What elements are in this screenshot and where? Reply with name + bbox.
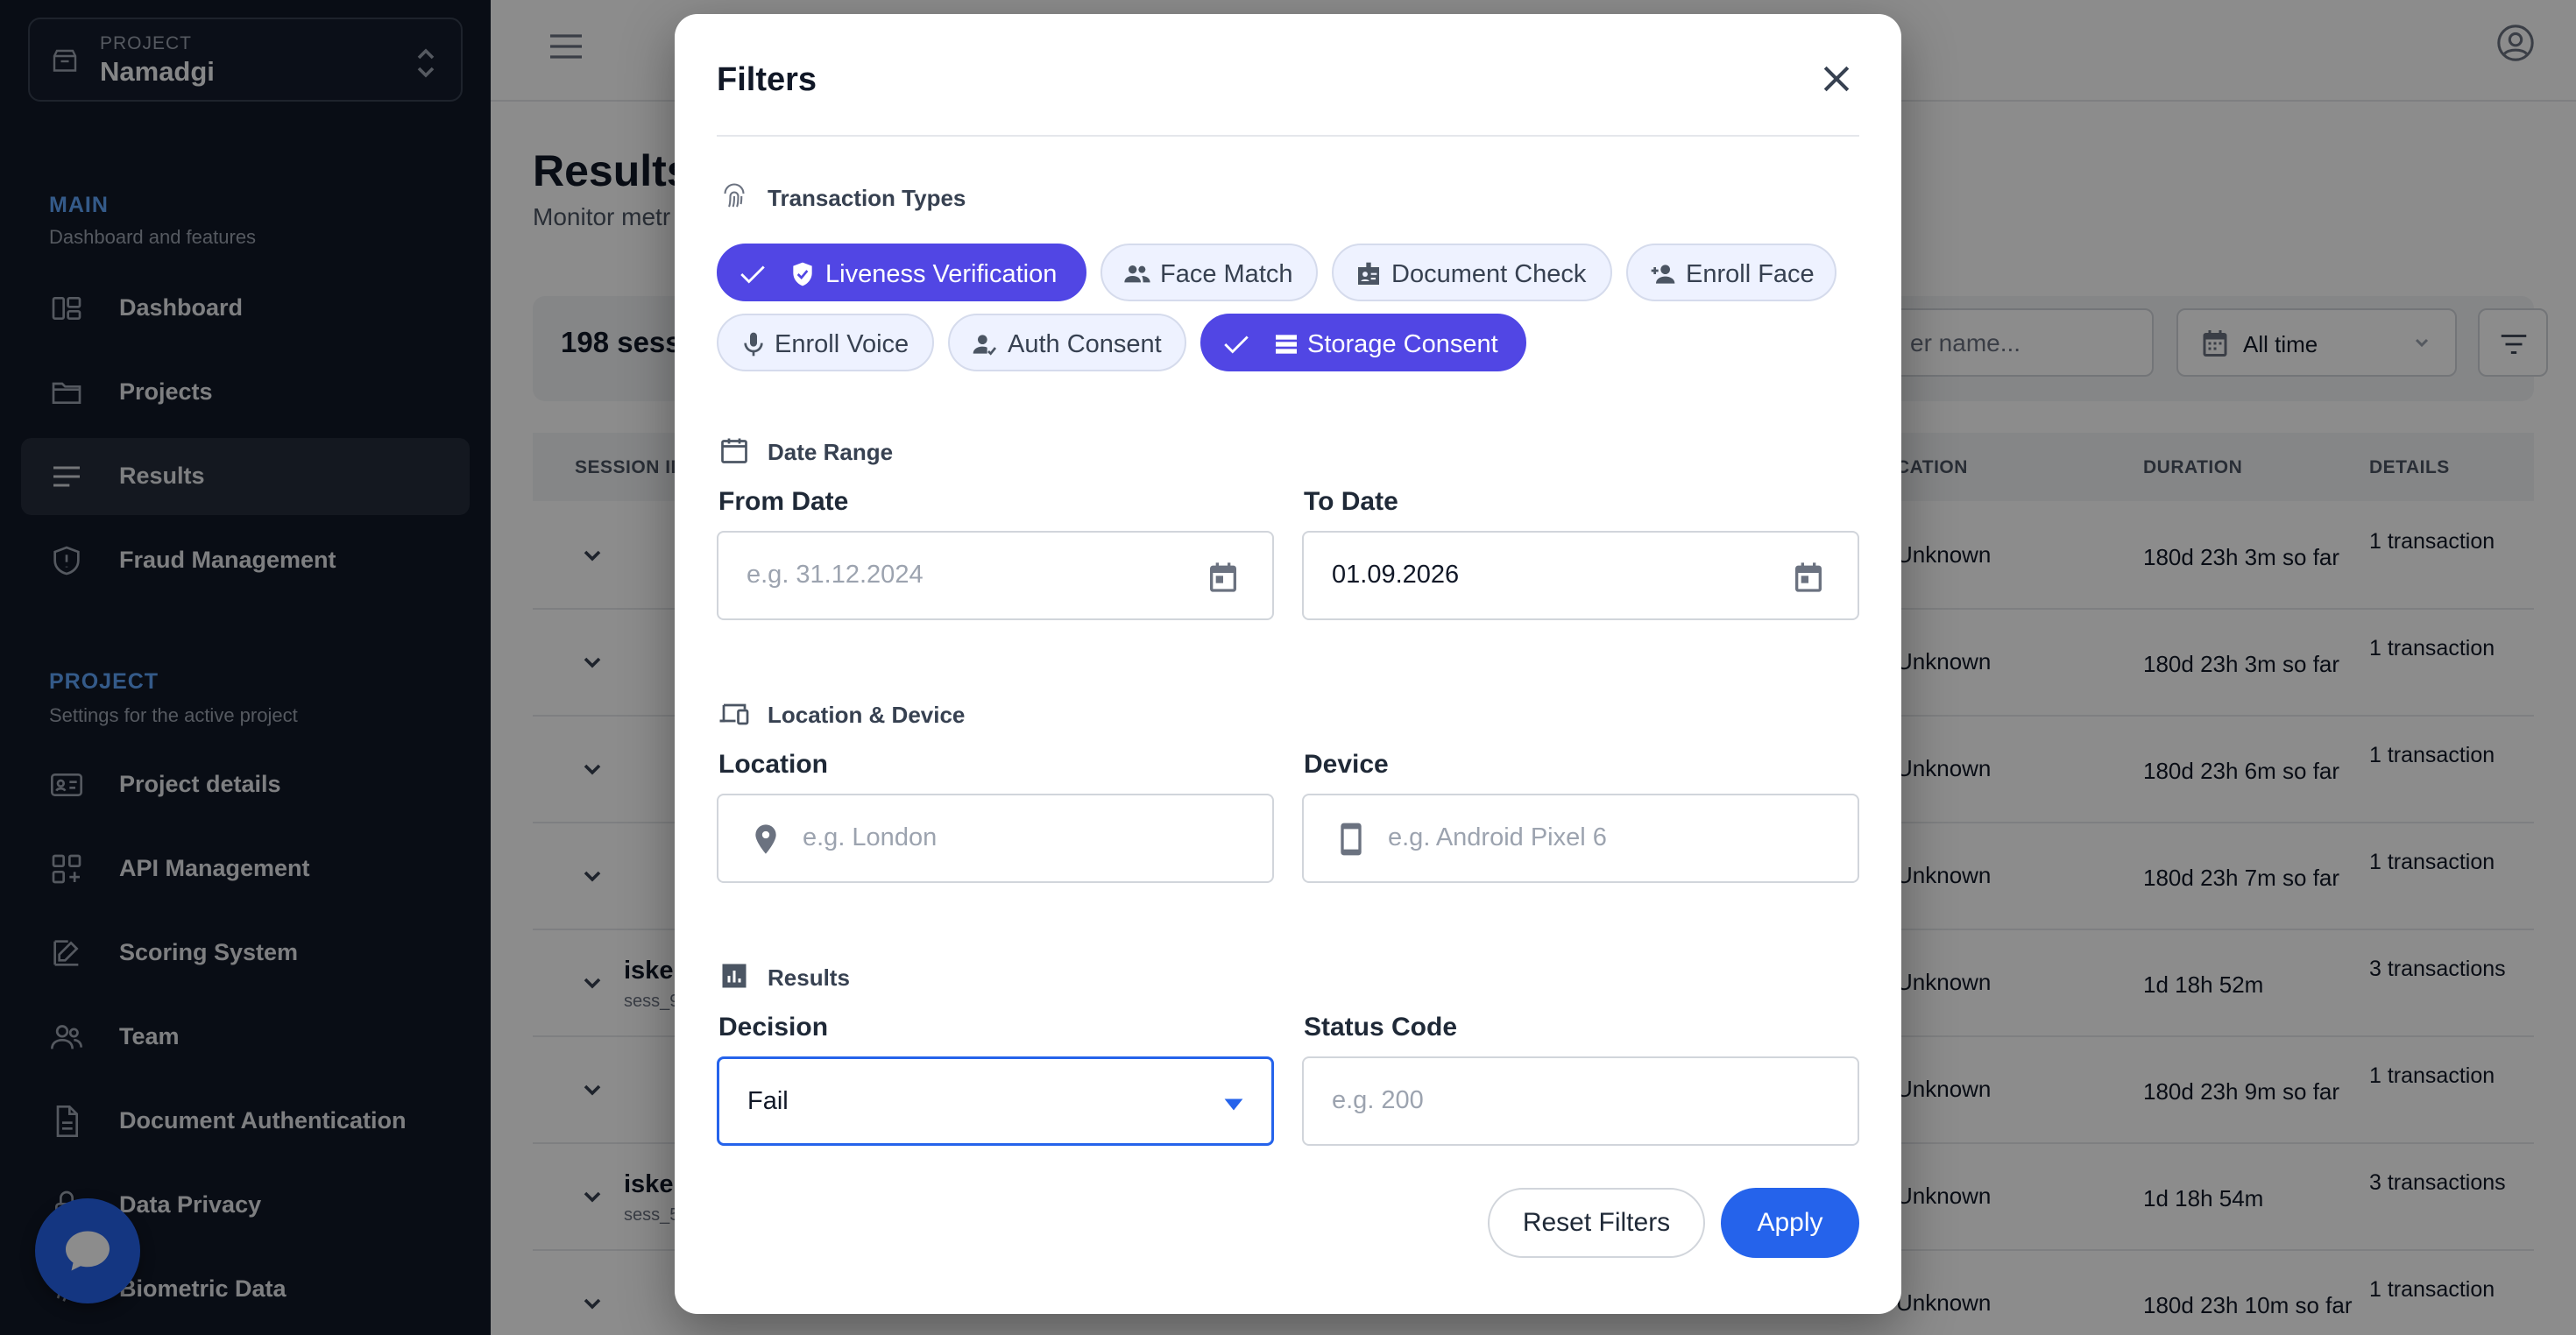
people-icon bbox=[1124, 265, 1150, 283]
chip-enroll-voice[interactable]: Enroll Voice bbox=[717, 314, 934, 371]
chip-face-match[interactable]: Face Match bbox=[1100, 244, 1318, 301]
close-icon[interactable] bbox=[1817, 60, 1856, 98]
badge-icon bbox=[1358, 262, 1379, 285]
decision-value: Fail bbox=[747, 1087, 789, 1115]
to-date-value: 01.09.2026 bbox=[1332, 561, 1460, 589]
chip-label: Face Match bbox=[1160, 260, 1293, 288]
check-icon bbox=[1224, 336, 1249, 354]
location-input[interactable]: e.g. London bbox=[717, 794, 1274, 883]
chip-enroll-face[interactable]: Enroll Face bbox=[1626, 244, 1836, 301]
storage-icon bbox=[1276, 335, 1297, 354]
calendar-icon[interactable] bbox=[1791, 559, 1826, 596]
shield-check-icon bbox=[793, 262, 812, 286]
microphone-icon bbox=[744, 332, 763, 357]
device-label: Device bbox=[1304, 750, 1389, 779]
calendar-icon[interactable] bbox=[1206, 559, 1241, 596]
chip-storage-consent[interactable]: Storage Consent bbox=[1200, 314, 1526, 371]
chip-label: Auth Consent bbox=[1008, 330, 1162, 358]
status-code-input[interactable]: e.g. 200 bbox=[1302, 1056, 1859, 1146]
group-label: Location & Device bbox=[768, 702, 966, 728]
to-date-label: To Date bbox=[1304, 487, 1398, 516]
device-input[interactable]: e.g. Android Pixel 6 bbox=[1302, 794, 1859, 883]
check-icon bbox=[740, 265, 765, 284]
devices-icon bbox=[719, 703, 749, 725]
from-date-placeholder: e.g. 31.12.2024 bbox=[747, 561, 924, 589]
to-date-input[interactable]: 01.09.2026 bbox=[1302, 531, 1859, 620]
person-add-icon bbox=[1651, 265, 1675, 284]
smartphone-icon bbox=[1341, 823, 1362, 856]
calendar-icon bbox=[721, 438, 747, 463]
chip-document-check[interactable]: Document Check bbox=[1332, 244, 1612, 301]
location-label: Location bbox=[718, 750, 828, 779]
bar-chart-icon bbox=[722, 964, 747, 988]
reset-filters-button[interactable]: Reset Filters bbox=[1488, 1188, 1705, 1258]
chip-label: Enroll Face bbox=[1686, 260, 1815, 288]
status-code-label: Status Code bbox=[1304, 1013, 1458, 1042]
group-label: Date Range bbox=[768, 439, 894, 465]
chip-label: Enroll Voice bbox=[775, 330, 909, 358]
group-label: Transaction Types bbox=[768, 185, 966, 211]
from-date-input[interactable]: e.g. 31.12.2024 bbox=[717, 531, 1274, 620]
decision-label: Decision bbox=[718, 1013, 829, 1042]
device-placeholder: e.g. Android Pixel 6 bbox=[1388, 823, 1607, 851]
decision-select[interactable]: Fail bbox=[717, 1056, 1274, 1146]
dialog-title: Filters bbox=[717, 61, 817, 98]
location-pin-icon bbox=[755, 824, 776, 854]
chip-label: Document Check bbox=[1391, 260, 1587, 288]
chip-label: Liveness Verification bbox=[825, 260, 1058, 288]
chip-label: Storage Consent bbox=[1307, 330, 1498, 358]
location-placeholder: e.g. London bbox=[803, 823, 938, 851]
filters-dialog: Filters Transaction Types Liveness Verif… bbox=[675, 14, 1901, 1314]
from-date-label: From Date bbox=[718, 487, 849, 516]
person-check-icon bbox=[973, 335, 997, 356]
divider bbox=[717, 135, 1859, 137]
chip-auth-consent[interactable]: Auth Consent bbox=[948, 314, 1186, 371]
caret-down-icon bbox=[1224, 1098, 1243, 1111]
status-code-placeholder: e.g. 200 bbox=[1332, 1086, 1424, 1114]
apply-button[interactable]: Apply bbox=[1721, 1188, 1859, 1258]
group-label: Results bbox=[768, 964, 850, 991]
chip-liveness-verification[interactable]: Liveness Verification bbox=[717, 244, 1086, 301]
fingerprint-icon bbox=[724, 183, 745, 208]
